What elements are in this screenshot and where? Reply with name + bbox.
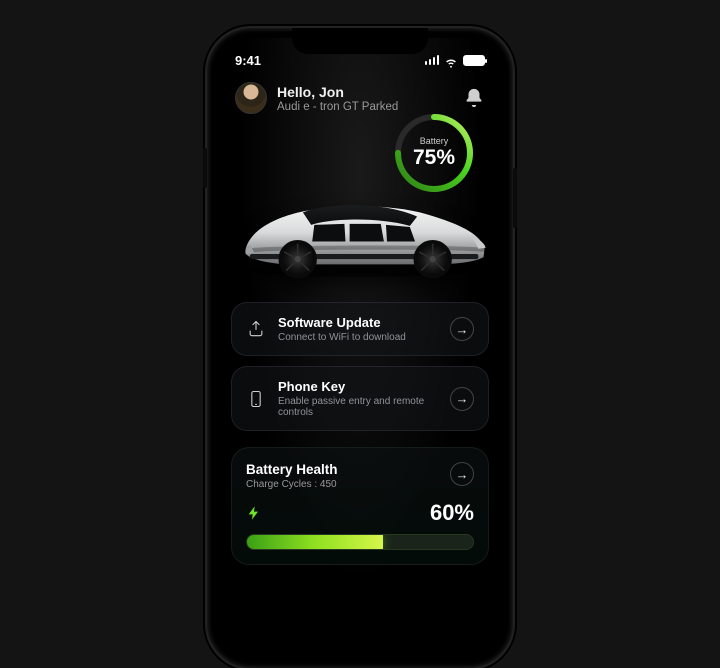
battery-health-title: Battery Health	[246, 462, 338, 477]
app-screen: 9:41 Hello, Jon Audi e - tron GT Parked	[217, 38, 503, 658]
arrow-right-icon[interactable]: →	[450, 462, 474, 486]
software-update-card[interactable]: Software Update Connect to WiFi to downl…	[231, 302, 489, 356]
hero-section: Battery 75%	[217, 114, 503, 294]
greeting-block: Hello, Jon Audi e - tron GT Parked	[277, 84, 398, 113]
lightning-bolt-icon	[246, 505, 262, 521]
cards-section: Software Update Connect to WiFi to downl…	[217, 294, 503, 565]
status-indicators	[425, 55, 486, 66]
upload-icon	[246, 319, 266, 339]
battery-health-progress-fill	[247, 535, 383, 549]
card-title: Software Update	[278, 315, 438, 330]
arrow-right-icon[interactable]: →	[450, 317, 474, 341]
device-notch	[292, 28, 428, 54]
arrow-right-icon[interactable]: →	[450, 387, 474, 411]
card-subtitle: Enable passive entry and remote controls	[278, 396, 438, 418]
status-time: 9:41	[235, 53, 261, 68]
charge-cycles-text: Charge Cycles : 450	[246, 479, 338, 490]
notification-bell-icon[interactable]	[463, 87, 485, 109]
battery-status-icon	[463, 55, 485, 66]
battery-health-percent: 60%	[430, 500, 474, 526]
battery-health-card[interactable]: Battery Health Charge Cycles : 450 → 60%	[231, 447, 489, 565]
card-subtitle: Connect to WiFi to download	[278, 332, 438, 343]
greeting-text: Hello, Jon	[277, 84, 398, 100]
battery-health-progress	[246, 534, 474, 550]
header: Hello, Jon Audi e - tron GT Parked	[217, 72, 503, 114]
phone-key-card[interactable]: Phone Key Enable passive entry and remot…	[231, 366, 489, 431]
wifi-icon	[444, 55, 458, 65]
battery-gauge-label: Battery	[420, 136, 449, 146]
phone-icon	[246, 389, 266, 409]
avatar[interactable]	[235, 82, 267, 114]
card-title: Phone Key	[278, 379, 438, 394]
vehicle-image	[225, 168, 495, 288]
phone-frame: 9:41 Hello, Jon Audi e - tron GT Parked	[207, 28, 513, 668]
vehicle-status-text: Audi e - tron GT Parked	[277, 101, 398, 113]
cellular-icon	[425, 55, 440, 65]
battery-gauge-value: 75%	[413, 146, 455, 170]
